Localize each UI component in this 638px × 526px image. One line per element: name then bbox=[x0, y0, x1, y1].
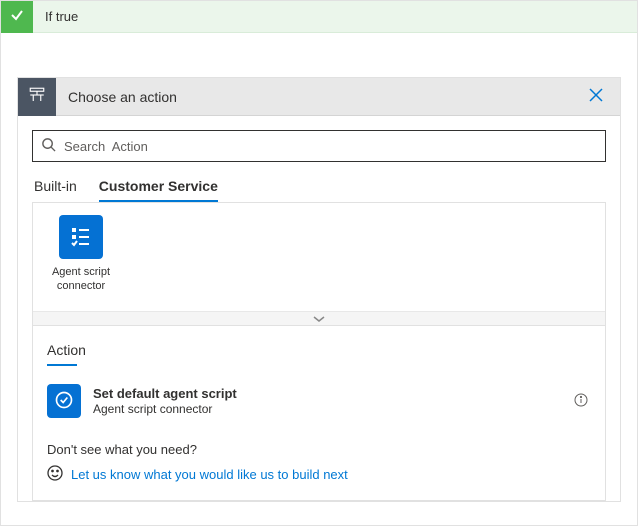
info-icon bbox=[574, 393, 588, 410]
tab-customer-service[interactable]: Customer Service bbox=[99, 172, 218, 202]
connectors-grid: Agent script connector bbox=[33, 203, 605, 311]
action-type-tabs: Action bbox=[47, 338, 591, 366]
panel-header: Choose an action bbox=[18, 78, 620, 116]
condition-branch-header: If true bbox=[1, 1, 637, 33]
tab-action[interactable]: Action bbox=[47, 338, 86, 366]
tab-built-in[interactable]: Built-in bbox=[34, 172, 77, 202]
branch-title: If true bbox=[33, 9, 78, 24]
search-box[interactable] bbox=[32, 130, 606, 162]
action-title: Set default agent script bbox=[93, 386, 571, 401]
search-icon bbox=[41, 137, 56, 155]
connector-agent-script[interactable]: Agent script connector bbox=[45, 215, 117, 303]
close-button[interactable] bbox=[582, 83, 610, 111]
action-tile bbox=[47, 384, 81, 418]
panel-title: Choose an action bbox=[56, 89, 582, 105]
connector-category-tabs: Built-in Customer Service bbox=[32, 162, 606, 202]
check-icon bbox=[9, 7, 25, 26]
connector-tile bbox=[59, 215, 103, 259]
smiley-icon bbox=[47, 465, 63, 484]
action-texts: Set default agent script Agent script co… bbox=[93, 386, 571, 416]
checklist-icon bbox=[69, 224, 93, 251]
search-input[interactable] bbox=[64, 139, 597, 154]
action-icon bbox=[28, 86, 46, 107]
connector-label: Agent script connector bbox=[45, 265, 117, 293]
check-circle-icon bbox=[54, 390, 74, 413]
panel-body: Built-in Customer Service bbox=[18, 116, 620, 501]
footer-link-row: Let us know what you would like us to bu… bbox=[47, 465, 591, 484]
panel-icon-wrap bbox=[18, 78, 56, 116]
connectors-container: Agent script connector bbox=[32, 202, 606, 326]
choose-action-panel: Choose an action Built-in Customer Servi… bbox=[17, 77, 621, 502]
expand-connectors-button[interactable] bbox=[33, 311, 605, 325]
action-subtitle: Agent script connector bbox=[93, 402, 571, 416]
check-icon-wrap bbox=[1, 1, 33, 33]
action-set-default-agent-script[interactable]: Set default agent script Agent script co… bbox=[47, 380, 591, 422]
action-info-button[interactable] bbox=[571, 391, 591, 411]
footer-prompt: Don't see what you need? bbox=[47, 442, 591, 457]
action-section: Action Set default agent script Agent sc… bbox=[32, 326, 606, 501]
close-icon bbox=[589, 88, 603, 105]
chevron-down-icon bbox=[313, 311, 325, 326]
feedback-link[interactable]: Let us know what you would like us to bu… bbox=[71, 467, 348, 482]
